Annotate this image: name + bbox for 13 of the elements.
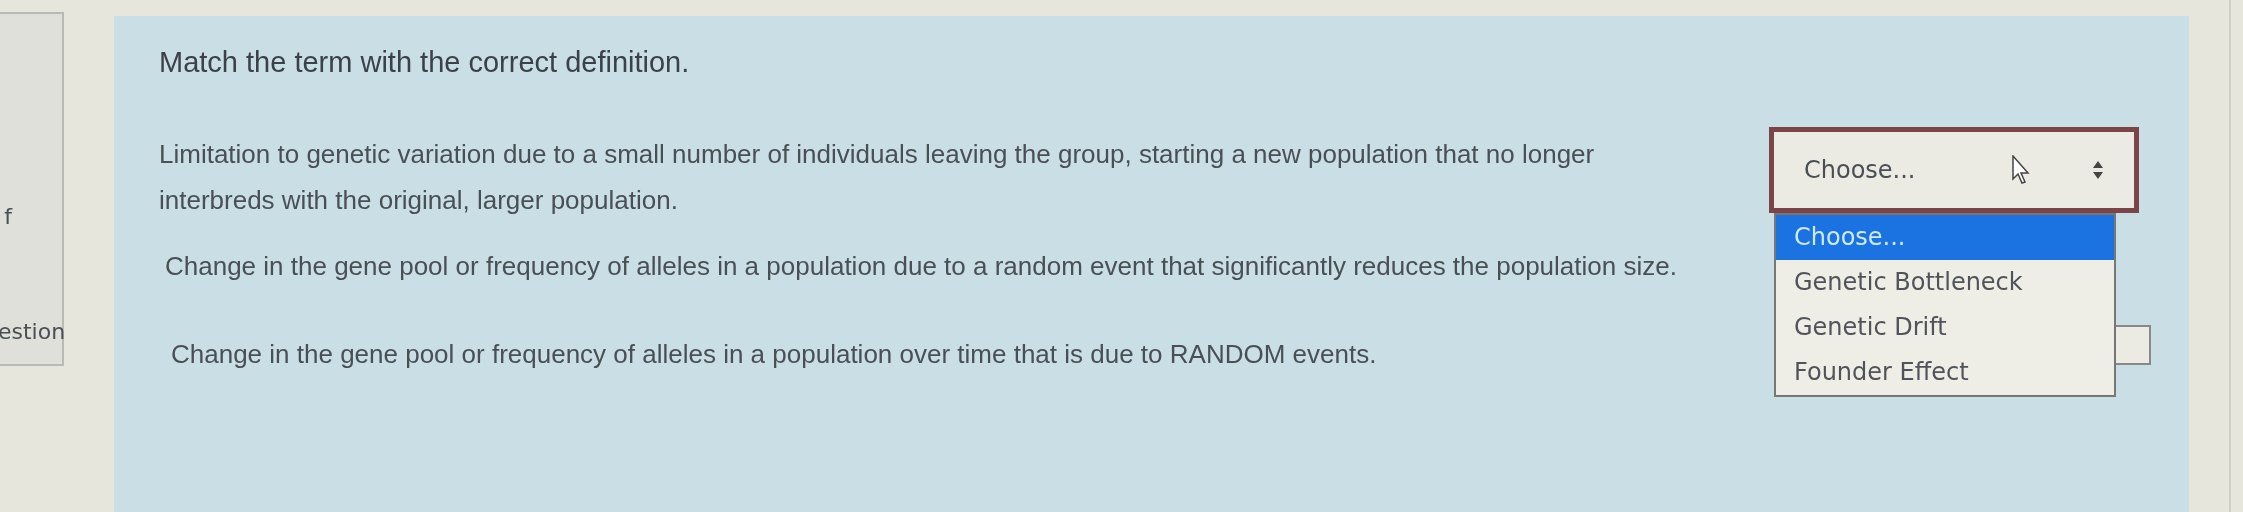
sidebar-text: f	[4, 204, 12, 229]
definition-text: Limitation to genetic variation due to a small number of individuals leaving the group, starting a new population that no longer interbreds with the original, larger population.	[159, 138, 1596, 217]
dropdown-option[interactable]: Choose...	[1776, 215, 2114, 260]
updown-arrow-icon	[2092, 160, 2104, 180]
question-prompt: Match the term with the correct definition.	[159, 46, 691, 79]
dropdown-option[interactable]: Genetic Drift	[1776, 305, 2114, 350]
sidebar-text: estion	[0, 319, 66, 344]
select-field[interactable]: Choose...	[1769, 127, 2139, 213]
dropdown-option[interactable]: Founder Effect	[1776, 350, 2114, 395]
definition-text: Change in the gene pool or frequency of alleles in a population over time that is due to RANDOM events.	[170, 338, 1378, 371]
dropdown-option[interactable]: Genetic Bottleneck	[1776, 260, 2114, 305]
definition-text: Change in the gene pool or frequency of alleles in a population due to a random event that significantly reduces the population size.	[164, 250, 1678, 283]
pointer-cursor-icon	[2012, 155, 2032, 185]
